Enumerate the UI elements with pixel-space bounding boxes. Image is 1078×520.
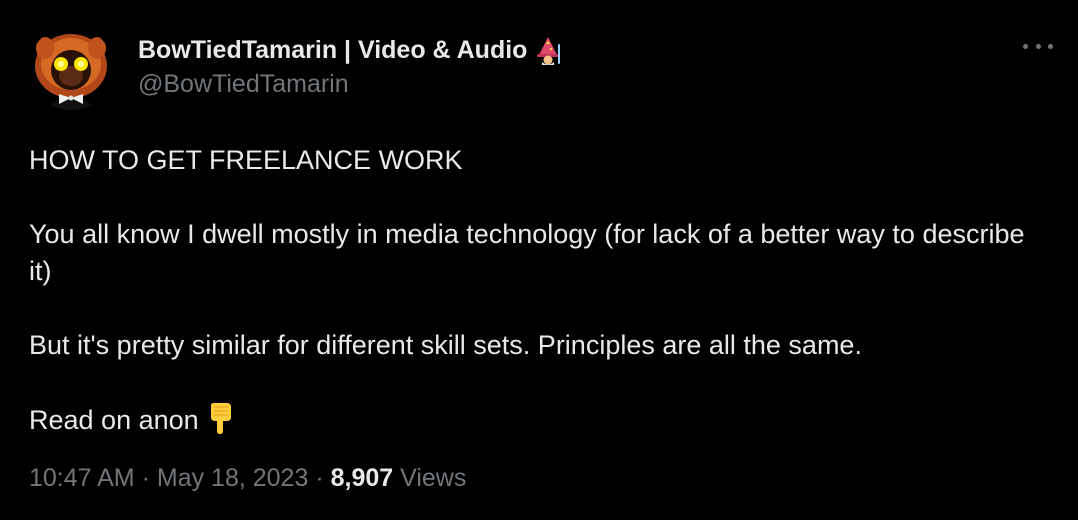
tweet-meta: 10:47 AM · May 18, 2023 · 8,907 Views: [29, 464, 466, 493]
tweet-card: BowTiedTamarin | Video & Audio @BowTiedT…: [0, 0, 1078, 520]
tweet-text: HOW TO GET FREELANCE WORK You all know I…: [29, 142, 1049, 439]
meta-separator: ·: [141, 464, 150, 492]
wizard-emoji-icon: [537, 37, 561, 65]
more-horizontal-icon: [1048, 43, 1053, 49]
avatar[interactable]: [29, 26, 113, 110]
tweet-line-with-emoji: Read on anon: [29, 401, 1049, 439]
views-label: Views: [400, 464, 467, 492]
author-info: BowTiedTamarin | Video & Audio @BowTiedT…: [138, 34, 563, 99]
views-count[interactable]: 8,907: [331, 464, 394, 492]
more-horizontal-icon: [1035, 43, 1041, 49]
tweet-line: HOW TO GET FREELANCE WORK: [29, 145, 463, 175]
name-row: BowTiedTamarin | Video & Audio: [138, 34, 563, 66]
tweet-date[interactable]: May 18, 2023: [157, 464, 309, 492]
tweet-line: But it's pretty similar for different sk…: [29, 330, 862, 360]
pointing-down-emoji-icon: [210, 403, 231, 434]
display-name[interactable]: BowTiedTamarin | Video & Audio: [138, 36, 527, 65]
tweet-time[interactable]: 10:47 AM: [29, 464, 135, 492]
tamarin-avatar-icon: [35, 34, 107, 110]
tweet-line: You all know I dwell mostly in media tec…: [29, 219, 1025, 286]
meta-separator: ·: [315, 464, 324, 492]
more-options-button[interactable]: [1023, 36, 1053, 56]
user-handle[interactable]: @BowTiedTamarin: [138, 70, 563, 99]
more-horizontal-icon: [1023, 43, 1028, 49]
tweet-line: Read on anon: [29, 405, 199, 435]
tweet-header: BowTiedTamarin | Video & Audio @BowTiedT…: [29, 26, 1059, 110]
